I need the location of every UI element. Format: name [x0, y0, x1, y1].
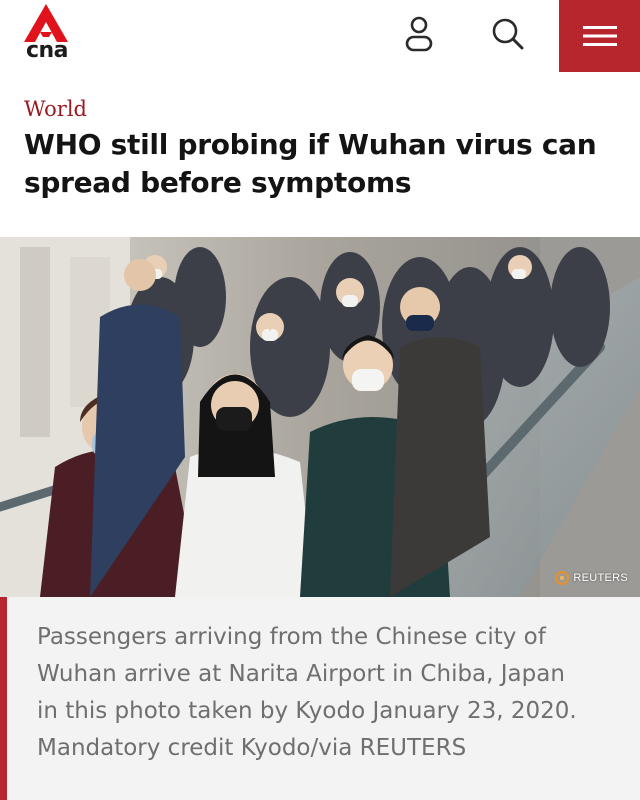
image-credit: REUTERS — [555, 571, 628, 585]
logo-text: cna — [25, 38, 69, 63]
user-icon — [405, 16, 433, 52]
photo-caption: Passengers arriving from the Chinese cit… — [37, 624, 577, 761]
site-header: cna — [0, 0, 640, 72]
article-headline: WHO still probing if Wuhan virus can spr… — [24, 128, 597, 199]
article-photo: REUTERS — [0, 237, 640, 597]
cna-logo[interactable]: cna — [22, 4, 72, 66]
cna-logo-mark-icon — [24, 4, 68, 42]
reuters-logo-icon — [555, 571, 570, 585]
article-category[interactable]: World — [24, 96, 87, 122]
search-icon — [492, 18, 524, 50]
airport-crowd-illustration — [0, 237, 640, 597]
image-credit-text: REUTERS — [573, 572, 628, 584]
menu-button[interactable] — [559, 0, 640, 72]
menu-icon — [582, 26, 617, 46]
search-button[interactable] — [486, 12, 530, 56]
photo-caption-box: Passengers arriving from the Chinese cit… — [0, 597, 640, 800]
caption-accent-bar — [0, 597, 7, 800]
user-account-button[interactable] — [397, 12, 441, 56]
